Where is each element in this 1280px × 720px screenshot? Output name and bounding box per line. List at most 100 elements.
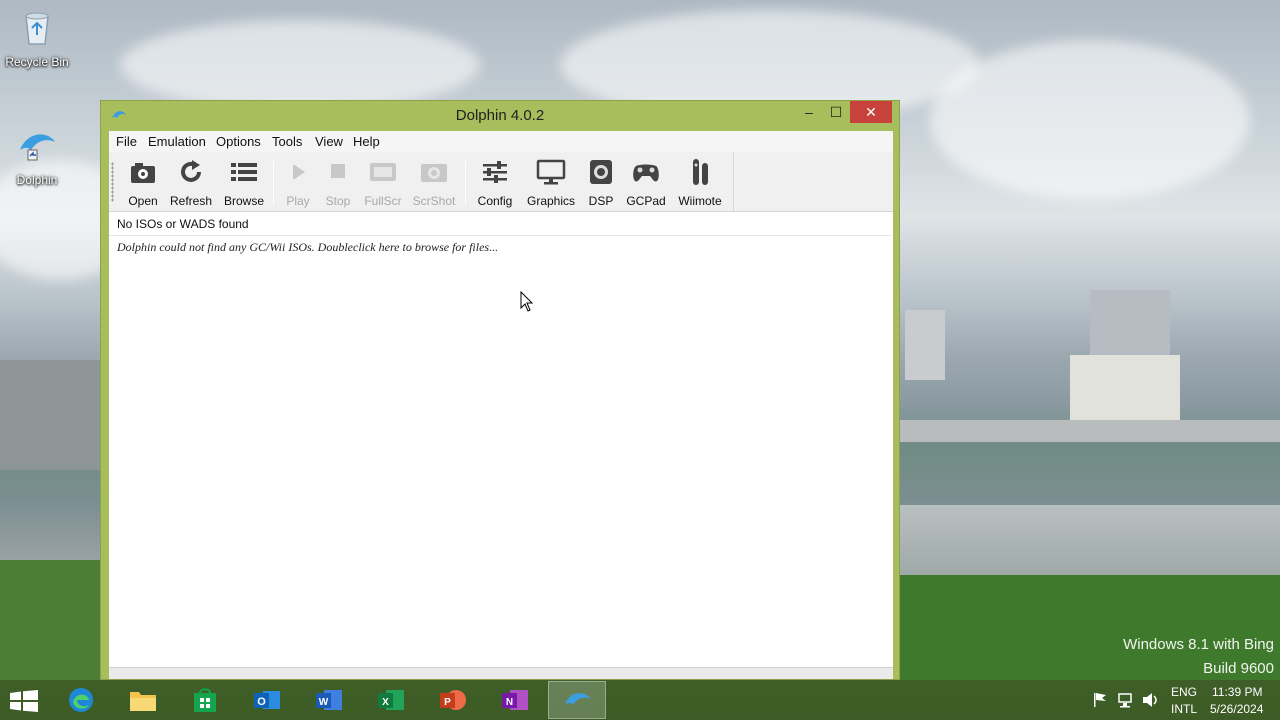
start-button[interactable] <box>10 690 38 712</box>
input-language-primary[interactable]: ENG <box>1171 685 1197 699</box>
monitor-icon <box>536 159 566 185</box>
wiimote-button[interactable]: Wiimote <box>675 156 725 208</box>
recycle-bin-desktop-icon[interactable]: Recycle Bin <box>1 8 73 69</box>
toolbar-separator <box>273 161 274 205</box>
title-bar[interactable]: Dolphin 4.0.2 – ☐ ✕ <box>101 101 899 131</box>
wallpaper-building <box>1090 290 1170 360</box>
maximize-button[interactable]: ☐ <box>822 101 850 123</box>
graphics-label: Graphics <box>526 194 576 208</box>
open-label: Open <box>128 194 158 208</box>
stop-label: Stop <box>325 194 351 208</box>
toolbar-grip[interactable] <box>111 162 114 202</box>
menu-view[interactable]: View <box>315 134 343 149</box>
word-icon: W <box>316 690 342 710</box>
outlook-icon: O <box>254 691 280 709</box>
menu-options[interactable]: Options <box>216 134 261 149</box>
taskbar-edge[interactable] <box>52 681 110 719</box>
powerpoint-icon: P <box>440 690 466 710</box>
refresh-button[interactable]: Refresh <box>167 156 215 208</box>
dsp-button[interactable]: DSP <box>584 156 618 208</box>
fullscreen-button[interactable]: FullScr <box>361 156 405 208</box>
status-bar <box>109 667 893 679</box>
graphics-button[interactable]: Graphics <box>523 156 579 208</box>
camera-icon <box>421 164 447 182</box>
list-icon <box>231 163 257 181</box>
excel-icon: X <box>378 690 404 710</box>
taskbar-store[interactable] <box>176 681 234 719</box>
wallpaper-overpass <box>900 420 1280 442</box>
wallpaper-building <box>905 310 945 380</box>
menu-emulation[interactable]: Emulation <box>148 134 206 149</box>
toolbar-separator <box>465 161 466 205</box>
dolphin-desktop-icon[interactable]: Dolphin <box>1 126 73 187</box>
svg-text:X: X <box>382 697 389 708</box>
config-label: Config <box>477 194 513 208</box>
speaker-icon <box>590 160 612 184</box>
minimize-button[interactable]: – <box>795 101 823 123</box>
edge-icon <box>69 688 93 712</box>
dolphin-window: Dolphin 4.0.2 – ☐ ✕ File Emulation Optio… <box>100 100 900 680</box>
menu-help[interactable]: Help <box>353 134 380 149</box>
svg-text:N: N <box>506 697 513 708</box>
stop-button[interactable]: Stop <box>321 156 355 208</box>
toolbar: Open Refresh Browse Play Stop FullScr Sc… <box>109 152 734 211</box>
taskbar-dolphin[interactable] <box>548 681 606 719</box>
os-watermark-line2: Build 9600 <box>1203 660 1274 677</box>
os-watermark-line1: Windows 8.1 with Bing <box>1123 636 1274 653</box>
clock-time[interactable]: 11:39 PM <box>1212 685 1262 699</box>
fullscreen-icon <box>370 163 396 181</box>
gcpad-label: GCPad <box>626 194 666 208</box>
disc-camera-icon <box>131 163 155 183</box>
taskbar-word[interactable]: W <box>300 681 358 719</box>
desktop-icon-label: Recycle Bin <box>5 55 69 69</box>
input-language-secondary[interactable]: INTL <box>1171 702 1197 716</box>
menu-bar: File Emulation Options Tools View Help <box>109 131 893 152</box>
clock-date[interactable]: 5/26/2024 <box>1210 702 1263 716</box>
refresh-label: Refresh <box>169 194 213 208</box>
svg-text:P: P <box>444 697 451 708</box>
wiimote-label: Wiimote <box>678 194 722 208</box>
browse-button[interactable]: Browse <box>220 156 268 208</box>
wiimote-icon <box>693 159 708 185</box>
onenote-icon: N <box>502 690 528 710</box>
game-list[interactable]: No ISOs or WADS found Dolphin could not … <box>109 211 893 667</box>
stop-icon <box>331 164 345 178</box>
close-button[interactable]: ✕ <box>850 101 892 123</box>
wallpaper-cloud <box>930 40 1250 200</box>
mouse-cursor-icon <box>520 291 534 312</box>
sliders-icon <box>483 161 507 183</box>
taskbar-file-explorer[interactable] <box>114 681 172 719</box>
recycle-bin-icon <box>25 12 49 45</box>
play-button[interactable]: Play <box>281 156 315 208</box>
dolphin-icon <box>565 693 591 705</box>
wallpaper-cloud <box>120 20 480 110</box>
taskbar-outlook[interactable]: O <box>238 681 296 719</box>
taskbar-excel[interactable]: X <box>362 681 420 719</box>
taskbar: O W X P N ENG INTL 11:39 PM 5/26/2024 <box>0 680 1280 720</box>
gcpad-button[interactable]: GCPad <box>623 156 669 208</box>
taskbar-powerpoint[interactable]: P <box>424 681 482 719</box>
window-client-area: File Emulation Options Tools View Help O… <box>109 131 893 679</box>
network-icon[interactable] <box>1117 692 1135 708</box>
window-title: Dolphin 4.0.2 <box>455 107 545 124</box>
store-icon <box>194 688 216 712</box>
desktop-icon-label: Dolphin <box>16 173 58 187</box>
gamepad-icon <box>633 164 659 182</box>
dolphin-icon <box>20 134 55 161</box>
browse-for-files-prompt[interactable]: Dolphin could not find any GC/Wii ISOs. … <box>117 240 498 255</box>
open-button[interactable]: Open <box>123 156 163 208</box>
screenshot-button[interactable]: ScrShot <box>410 156 458 208</box>
wallpaper-port <box>0 360 100 470</box>
svg-text:O: O <box>257 696 266 708</box>
taskbar-onenote[interactable]: N <box>486 681 544 719</box>
play-label: Play <box>286 194 310 208</box>
config-button[interactable]: Config <box>473 156 517 208</box>
browse-label: Browse <box>223 194 264 208</box>
play-icon <box>293 164 305 180</box>
volume-icon[interactable] <box>1142 692 1160 708</box>
action-center-flag-icon[interactable] <box>1093 692 1107 708</box>
game-list-status: No ISOs or WADS found <box>117 217 249 231</box>
menu-file[interactable]: File <box>116 134 137 149</box>
fullscreen-label: FullScr <box>364 194 402 208</box>
menu-tools[interactable]: Tools <box>272 134 302 149</box>
